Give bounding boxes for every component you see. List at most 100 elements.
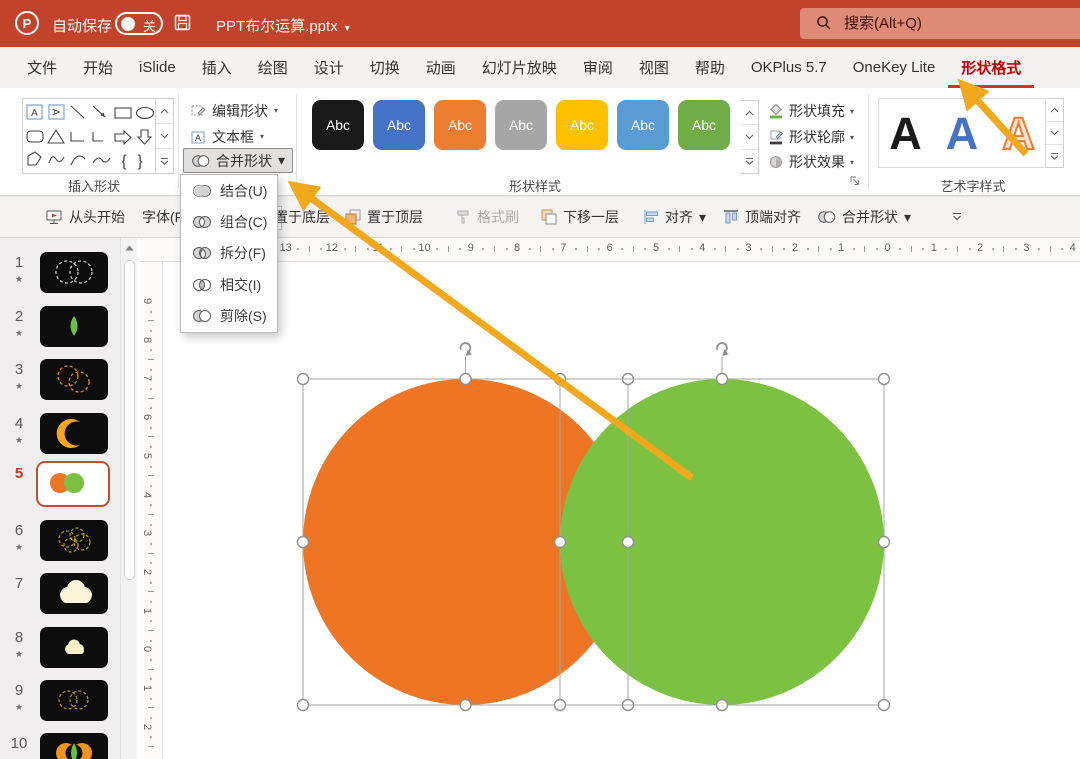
- wordart-style-2[interactable]: A: [946, 111, 979, 156]
- styles-scroll-down[interactable]: [741, 125, 758, 150]
- autosave-toggle[interactable]: 关: [115, 12, 163, 35]
- tab-iSlide[interactable]: iSlide: [126, 47, 189, 88]
- selection-handle[interactable]: [553, 372, 567, 386]
- align-button[interactable]: 对齐 ▾: [643, 197, 706, 237]
- slide-thumbnail-5[interactable]: [36, 461, 110, 507]
- merge-shapes-button[interactable]: 合并形状 ▾: [183, 148, 294, 173]
- tab-OneKey Lite[interactable]: OneKey Lite: [840, 47, 949, 88]
- menu-item-fragment[interactable]: 拆分(F): [181, 238, 277, 269]
- tab-绘图[interactable]: 绘图: [245, 47, 301, 88]
- gallery-scroll-down[interactable]: [156, 124, 173, 149]
- wordart-style-1[interactable]: A: [889, 111, 922, 156]
- menu-item-union[interactable]: 结合(U): [181, 175, 277, 206]
- shape-style-swatch-5[interactable]: Abc: [556, 100, 608, 150]
- selection-handle[interactable]: [877, 372, 891, 386]
- search-input[interactable]: 搜索(Alt+Q): [800, 8, 1080, 39]
- wordart-style-3[interactable]: A: [1001, 110, 1035, 157]
- thumbnail-scrollbar[interactable]: [120, 238, 137, 759]
- slide-thumbnail-6[interactable]: [40, 520, 108, 561]
- gallery-scroll-up[interactable]: [156, 99, 173, 124]
- menu-item-combine[interactable]: 组合(C): [181, 206, 277, 237]
- scrollbar-up-button[interactable]: [122, 240, 137, 256]
- ruler-tick: [737, 248, 739, 250]
- wordart-scroll-down[interactable]: [1046, 122, 1063, 145]
- tab-开始[interactable]: 开始: [70, 47, 126, 88]
- tab-切换[interactable]: 切换: [357, 47, 413, 88]
- shape-styles-dialog-launcher[interactable]: [849, 175, 861, 187]
- slide-thumbnail-4[interactable]: [40, 413, 108, 454]
- selection-handle[interactable]: [877, 698, 891, 712]
- send-backward-button[interactable]: 下移一层: [541, 197, 619, 237]
- ruler-tick: [148, 513, 154, 515]
- slide-thumbnail-10[interactable]: [40, 733, 108, 759]
- edit-shape-button[interactable]: 编辑形状 ▾: [186, 99, 282, 122]
- slide-thumbnail-8[interactable]: [40, 627, 108, 668]
- wordart-gallery: AAA: [878, 98, 1046, 168]
- selection-handle[interactable]: [296, 372, 310, 386]
- scrollbar-thumb[interactable]: [124, 260, 135, 580]
- from-beginning-button[interactable]: 从头开始: [46, 197, 125, 237]
- selection-handle[interactable]: [715, 372, 729, 386]
- powerpoint-app-icon[interactable]: P: [13, 9, 41, 37]
- selection-handle[interactable]: [459, 698, 472, 712]
- shape-effects-button[interactable]: 形状效果 ▾: [768, 151, 854, 173]
- ruler-tick: [540, 246, 542, 252]
- wordart-scroll-up[interactable]: [1046, 99, 1063, 122]
- shape-fill-button[interactable]: 形状填充 ▾: [768, 100, 854, 122]
- shape-style-swatch-2[interactable]: Abc: [373, 100, 425, 150]
- ruler-mark: 1: [838, 242, 845, 254]
- menu-item-intersect[interactable]: 相交(I): [181, 269, 277, 300]
- shape-style-swatch-1[interactable]: Abc: [312, 100, 364, 150]
- tab-设计[interactable]: 设计: [301, 47, 357, 88]
- green-circle[interactable]: [560, 379, 884, 705]
- tab-文件[interactable]: 文件: [14, 47, 70, 88]
- rotate-handle[interactable]: [459, 342, 474, 357]
- toolbar-overflow-button[interactable]: [950, 197, 964, 237]
- styles-more-button[interactable]: [741, 150, 758, 173]
- text-box-button[interactable]: A 文本框 ▾: [186, 125, 268, 148]
- slide-number-8: 8: [14, 629, 24, 646]
- selection-handle[interactable]: [553, 698, 567, 712]
- orange-circle[interactable]: [303, 379, 628, 705]
- selection-handle[interactable]: [877, 535, 891, 549]
- shape-outline-button[interactable]: 形状轮廓 ▾: [768, 126, 854, 148]
- merge-shapes-toolbar-button[interactable]: 合并形状 ▾: [817, 197, 911, 237]
- menu-item-subtract[interactable]: 剪除(S): [181, 301, 277, 332]
- document-title[interactable]: PPT布尔运算.pptx ▾: [216, 15, 350, 36]
- gallery-more-button[interactable]: [156, 149, 173, 173]
- tab-插入[interactable]: 插入: [189, 47, 245, 88]
- selection-handle[interactable]: [296, 698, 310, 712]
- selection-handle[interactable]: [553, 535, 567, 549]
- tab-视图[interactable]: 视图: [626, 47, 682, 88]
- slide-thumbnail-9[interactable]: [40, 680, 108, 721]
- shape-style-swatch-4[interactable]: Abc: [495, 100, 547, 150]
- styles-scroll-up[interactable]: [741, 101, 758, 126]
- rotate-handle[interactable]: [716, 342, 730, 357]
- tab-审阅[interactable]: 审阅: [570, 47, 626, 88]
- shape-styles-group-label: 形状样式: [508, 179, 561, 194]
- format-painter-button[interactable]: 格式刷: [455, 197, 519, 237]
- slide-thumbnail-7[interactable]: [40, 573, 108, 614]
- slide-thumbnail-1[interactable]: [40, 252, 108, 293]
- shape-style-swatch-7[interactable]: Abc: [678, 100, 730, 150]
- tab-形状格式[interactable]: 形状格式: [948, 47, 1034, 88]
- wordart-more-button[interactable]: [1046, 145, 1063, 167]
- tab-动画[interactable]: 动画: [413, 47, 469, 88]
- tab-幻灯片放映[interactable]: 幻灯片放映: [469, 47, 570, 88]
- align-top-button[interactable]: 顶端对齐: [723, 197, 801, 237]
- selection-handle[interactable]: [296, 535, 310, 549]
- slide-thumbnail-2[interactable]: [40, 306, 108, 347]
- selection-handle[interactable]: [621, 372, 635, 386]
- selection-handle[interactable]: [715, 698, 729, 712]
- tab-帮助[interactable]: 帮助: [682, 47, 738, 88]
- selection-handle[interactable]: [459, 372, 472, 386]
- shape-gallery[interactable]: A A { }: [22, 98, 156, 174]
- shape-style-swatch-3[interactable]: Abc: [434, 100, 486, 150]
- save-icon[interactable]: [174, 14, 192, 32]
- tab-OKPlus 5.7[interactable]: OKPlus 5.7: [738, 47, 840, 88]
- bring-to-front-button[interactable]: 置于顶层: [345, 197, 423, 237]
- shape-style-swatch-6[interactable]: Abc: [617, 100, 669, 150]
- selection-handle[interactable]: [621, 535, 635, 549]
- slide-thumbnail-3[interactable]: [40, 359, 108, 400]
- selection-handle[interactable]: [621, 698, 635, 712]
